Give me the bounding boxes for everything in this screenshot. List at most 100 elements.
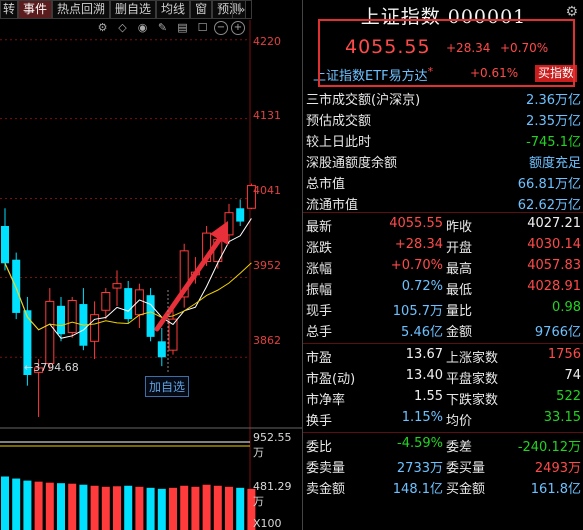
zoom-out-icon[interactable]: − <box>214 21 228 35</box>
etf-link[interactable]: 上证指数ETF易方达* <box>313 65 433 84</box>
field-label: 市盈(动) <box>306 372 356 387</box>
quote-row: 最新 4055.55 昨收 4027.21 <box>303 214 583 235</box>
field-label: 最新 <box>306 220 333 235</box>
field-value: 161.8亿 <box>530 482 581 497</box>
section-divider <box>303 432 583 433</box>
tab-4[interactable]: 均线 <box>156 0 191 19</box>
tab-3[interactable]: 删自选 <box>110 0 157 19</box>
volume-bar <box>180 485 189 530</box>
volume-tick-label: 952.55万 <box>253 431 292 459</box>
field-label: 振幅 <box>306 283 333 298</box>
candle-body-up <box>45 300 55 364</box>
eye-icon[interactable]: ◉ <box>134 20 151 37</box>
stat-value: 2.35万亿 <box>526 114 581 129</box>
stat-value: 66.81万亿 <box>517 177 581 192</box>
candle-body-down <box>57 305 65 335</box>
field-label: 涨跌 <box>306 241 333 256</box>
etf-change-percent: +0.61% <box>470 66 519 80</box>
candle-body-up <box>67 300 77 333</box>
volume-bars <box>0 441 256 530</box>
volume-bar <box>157 488 166 530</box>
field-value: 4028.91 <box>527 279 581 294</box>
candle-body-down <box>124 288 133 320</box>
zoom-in-icon[interactable]: + <box>231 21 245 35</box>
tab-2[interactable]: 热点回溯 <box>52 0 111 19</box>
price-summary: 4055.55 +28.34 +0.70% <box>303 27 583 63</box>
y-tick-label: 4041 <box>253 184 281 197</box>
volume-bar <box>236 487 245 530</box>
field-label: 最低 <box>446 283 473 298</box>
diamond-icon[interactable]: ◇ <box>114 20 131 37</box>
stat-row: 总市值 66.81万亿 <box>303 171 583 192</box>
stat-value: -745.1亿 <box>526 135 581 150</box>
field-value: 13.67 <box>405 347 443 362</box>
field-value: 4027.21 <box>527 216 581 231</box>
arrow-shaft <box>154 230 227 332</box>
volume-bar <box>146 487 155 530</box>
etf-row[interactable]: 上证指数ETF易方达* +0.61% 买指数 <box>303 62 583 84</box>
field-label: 市净率 <box>306 393 346 408</box>
volume-bar <box>23 480 32 530</box>
price-change-percent: +0.70% <box>500 41 549 55</box>
field-value: 33.15 <box>543 410 581 425</box>
tab-1[interactable]: 事件 <box>18 0 53 19</box>
price-change: +28.34 <box>446 41 491 55</box>
settings-icon[interactable]: ⚙ <box>94 20 111 37</box>
volume-bar <box>124 485 133 530</box>
quote-row: 卖金额 148.1亿 买金额 161.8亿 <box>303 476 583 497</box>
chevron-double-right-icon[interactable]: » <box>232 0 252 19</box>
volume-bar <box>57 483 65 530</box>
field-value: 2733万 <box>396 461 443 476</box>
field-label: 均价 <box>446 414 473 429</box>
print-icon[interactable]: ▤ <box>174 20 191 37</box>
quote-row: 市盈(动) 13.40 平盘家数 74 <box>303 366 583 387</box>
y-tick-label: 3952 <box>253 259 281 272</box>
buy-index-button[interactable]: 买指数 <box>535 65 578 82</box>
field-label: 最高 <box>446 262 473 277</box>
stat-value: 62.62万亿 <box>517 198 581 213</box>
stat-row: 较上日此时 -745.1亿 <box>303 129 583 150</box>
quote-row: 现手 105.7万 量比 0.98 <box>303 298 583 319</box>
square-icon[interactable]: ☐ <box>194 20 211 37</box>
field-label: 昨收 <box>446 220 473 235</box>
field-label: 平盘家数 <box>446 372 499 387</box>
etf-name: 上证指数ETF易方达 <box>313 69 428 84</box>
pencil-icon[interactable]: ✎ <box>154 20 171 37</box>
stat-label: 流通市值 <box>306 198 359 213</box>
field-label: 委买量 <box>446 461 486 476</box>
volume-bar <box>68 483 77 530</box>
tab-0[interactable]: 转 <box>0 0 18 19</box>
quote-row: 委卖量 2733万 委买量 2493万 <box>303 455 583 476</box>
field-value: 1756 <box>547 347 581 362</box>
volume-bar <box>45 482 54 530</box>
candle-body-down <box>146 295 155 337</box>
quote-row: 振幅 0.72% 最低 4028.91 <box>303 277 583 298</box>
candle-body-down <box>12 259 21 313</box>
quote-row: 市盈 13.67 上涨家数 1756 <box>303 345 583 366</box>
volume-bar <box>79 484 88 530</box>
add-favorite-button[interactable]: 加自选 <box>145 376 190 397</box>
candlestick-series <box>1 183 256 417</box>
stat-label: 三市成交额(沪深京) <box>306 93 421 108</box>
field-value: 0.98 <box>552 300 581 315</box>
volume-bar <box>202 484 211 530</box>
gear-icon[interactable]: ⚙ <box>565 4 578 20</box>
quote-row: 涨幅 +0.70% 最高 4057.83 <box>303 256 583 277</box>
tab-5[interactable]: 窗 <box>190 0 213 19</box>
index-title: 上证指数 000001 <box>360 6 527 28</box>
field-value: +0.70% <box>390 258 443 273</box>
kline-chart-panel[interactable]: 转事件 热点回溯 删自选 均线窗预测 » ⚙ ◇ ◉ ✎ ▤ ☐ − + 4220 4… <box>0 0 302 530</box>
quote-panel: 上证指数 000001 ⚙ 4055.55 +28.34 +0.70% 上证指数… <box>302 0 583 530</box>
candle-body-down <box>157 341 166 358</box>
stat-row: 流通市值 62.62万亿 <box>303 192 583 213</box>
field-value: 2493万 <box>534 461 581 476</box>
candle-body-down <box>1 226 9 264</box>
candle-body-up <box>101 292 111 311</box>
etf-marker: * <box>427 65 434 78</box>
field-value: 105.7万 <box>392 304 443 319</box>
field-label: 量比 <box>446 304 473 319</box>
field-value: -4.59% <box>397 436 443 451</box>
stat-label: 预估成交额 <box>306 114 372 129</box>
field-value: 13.40 <box>405 368 443 383</box>
field-value: -240.12万 <box>517 440 581 455</box>
